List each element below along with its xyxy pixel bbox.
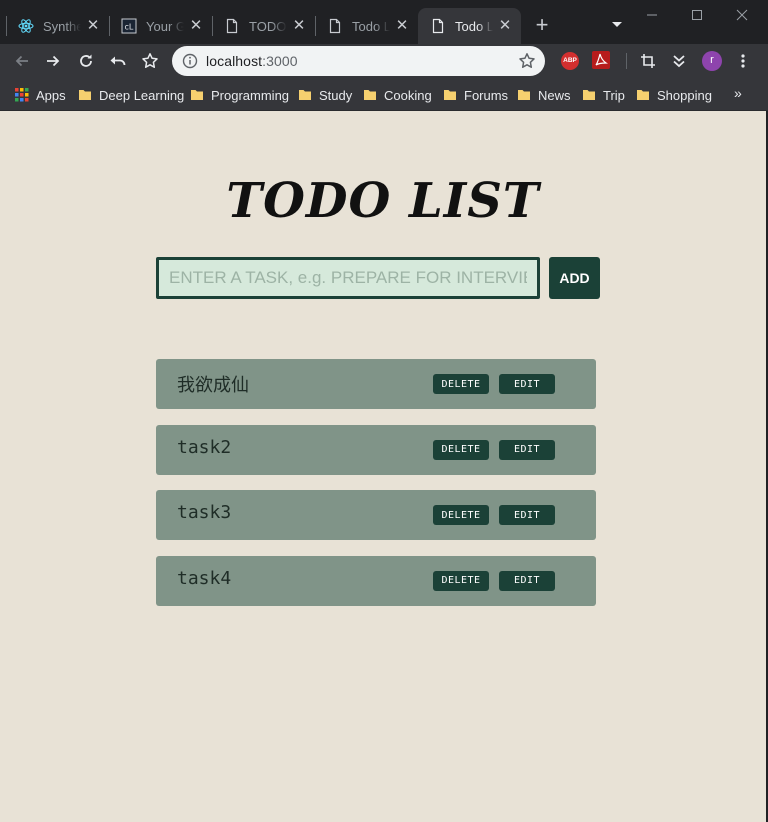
todo-item: task2 DELETE EDIT	[156, 424, 596, 475]
profile-avatar[interactable]: r	[702, 51, 722, 71]
bookmark-label: Programming	[211, 87, 290, 103]
svg-text:cL: cL	[125, 23, 134, 32]
todo-text: task2	[177, 436, 232, 458]
bookmark-study[interactable]: Study	[298, 85, 352, 105]
forward-arrow-icon[interactable]	[39, 47, 67, 75]
bookmark-label: Deep Learning	[99, 87, 185, 103]
apps-grid-icon	[15, 88, 29, 102]
minimize-icon[interactable]	[630, 0, 674, 30]
todo-item: task4 DELETE EDIT	[156, 555, 596, 606]
bookmark-trip[interactable]: Trip	[582, 85, 625, 105]
todo-list: 我欲成仙 DELETE EDIT task2 DELETE EDIT task3…	[156, 359, 596, 621]
folder-icon	[363, 88, 377, 102]
url-host: localhost	[206, 53, 263, 69]
crop-icon[interactable]	[634, 47, 662, 75]
page-title: TODO LIST	[226, 173, 540, 229]
toolbar-divider	[626, 53, 627, 69]
bookmark-deep-learning[interactable]: Deep Learning	[78, 85, 184, 105]
bookmark-label: News	[538, 87, 571, 103]
folder-icon	[190, 88, 204, 102]
delete-button[interactable]: DELETE	[433, 374, 489, 394]
page-icon	[224, 18, 240, 34]
task-input[interactable]	[156, 257, 540, 299]
url-text: localhost:3000	[206, 53, 298, 69]
page-icon	[327, 18, 343, 34]
url-port: :3000	[262, 53, 298, 69]
star-icon[interactable]	[518, 52, 536, 70]
todo-text: task3	[177, 502, 232, 523]
undo-icon[interactable]	[104, 47, 132, 75]
back-arrow-icon[interactable]	[8, 47, 36, 75]
todo-text: 我欲成仙	[177, 375, 249, 396]
close-icon[interactable]: ✕	[188, 18, 204, 34]
bookmark-label: Study	[319, 87, 353, 103]
bookmarks-bar: Apps Deep Learning Programming Study Coo…	[0, 78, 768, 111]
page-viewport: TODO LIST ADD 我欲成仙 DELETE EDIT task2 DEL…	[0, 111, 766, 822]
react-icon	[18, 18, 34, 34]
bookmark-shopping[interactable]: Shopping	[636, 85, 712, 105]
edit-button[interactable]: EDIT	[499, 505, 555, 525]
maximize-icon[interactable]	[675, 0, 719, 30]
page-icon	[430, 18, 446, 34]
close-icon[interactable]: ✕	[497, 18, 513, 34]
tab-your-guide[interactable]: cL Your Gu ✕	[109, 8, 212, 44]
tab-title: Todo Li	[455, 18, 493, 34]
browser-toolbar: localhost:3000 ABP r	[0, 44, 768, 78]
site-icon: cL	[121, 18, 137, 34]
tab-title: Todo Li	[352, 18, 390, 34]
pdf-extension-icon[interactable]	[592, 51, 610, 69]
kebab-menu-icon[interactable]	[729, 47, 757, 75]
folder-icon	[443, 88, 457, 102]
double-chevron-down-icon[interactable]	[665, 47, 693, 75]
bookmark-label: Apps	[36, 87, 66, 103]
bookmark-label: Cooking	[384, 87, 432, 103]
close-icon[interactable]: ✕	[394, 18, 410, 34]
tab-strip: Synthet ✕ cL Your Gu ✕ TODO L ✕ Todo Li …	[0, 0, 768, 44]
tab-todo-2[interactable]: Todo Li ✕	[315, 8, 418, 44]
tab-title: Your Gu	[146, 18, 184, 34]
close-icon[interactable]: ✕	[85, 18, 101, 34]
bookmark-apps[interactable]: Apps	[15, 85, 66, 105]
edit-button[interactable]: EDIT	[499, 374, 555, 394]
edit-button[interactable]: EDIT	[499, 439, 555, 460]
delete-button[interactable]: DELETE	[433, 570, 489, 591]
tab-todo-active[interactable]: Todo Li ✕	[418, 8, 521, 44]
bookmark-label: Shopping	[657, 87, 712, 103]
reload-icon[interactable]	[72, 47, 100, 75]
tab-synthet[interactable]: Synthet ✕	[6, 8, 109, 44]
delete-button[interactable]: DELETE	[433, 439, 489, 460]
edit-button[interactable]: EDIT	[499, 570, 555, 591]
delete-button[interactable]: DELETE	[433, 505, 489, 525]
folder-icon	[78, 88, 92, 102]
folder-icon	[298, 88, 312, 102]
tab-title: Synthet	[43, 18, 81, 34]
new-tab-button[interactable]: +	[530, 13, 554, 37]
folder-icon	[517, 88, 531, 102]
address-bar[interactable]: localhost:3000	[172, 46, 545, 76]
bookmark-cooking[interactable]: Cooking	[363, 85, 432, 105]
bookmark-news[interactable]: News	[517, 85, 571, 105]
adblock-plus-icon[interactable]: ABP	[561, 52, 579, 70]
bookmark-label: Trip	[603, 87, 625, 103]
folder-icon	[582, 88, 596, 102]
todo-item: 我欲成仙 DELETE EDIT	[156, 359, 596, 409]
tab-search-icon[interactable]	[608, 18, 626, 32]
bookmarks-overflow-icon[interactable]: »	[734, 85, 742, 101]
folder-icon	[636, 88, 650, 102]
bookmark-programming[interactable]: Programming	[190, 85, 289, 105]
todo-item: task3 DELETE EDIT	[156, 490, 596, 540]
bookmark-star-icon[interactable]	[136, 47, 164, 75]
bookmark-label: Forums	[464, 87, 509, 103]
close-icon[interactable]: ✕	[291, 18, 307, 34]
todo-text: task4	[177, 567, 232, 589]
info-icon[interactable]	[182, 53, 198, 69]
tab-title: TODO L	[249, 18, 287, 34]
add-button[interactable]: ADD	[549, 257, 600, 299]
bookmark-forums[interactable]: Forums	[443, 85, 508, 105]
tab-todo-1[interactable]: TODO L ✕	[212, 8, 315, 44]
window-close-icon[interactable]	[720, 0, 764, 30]
